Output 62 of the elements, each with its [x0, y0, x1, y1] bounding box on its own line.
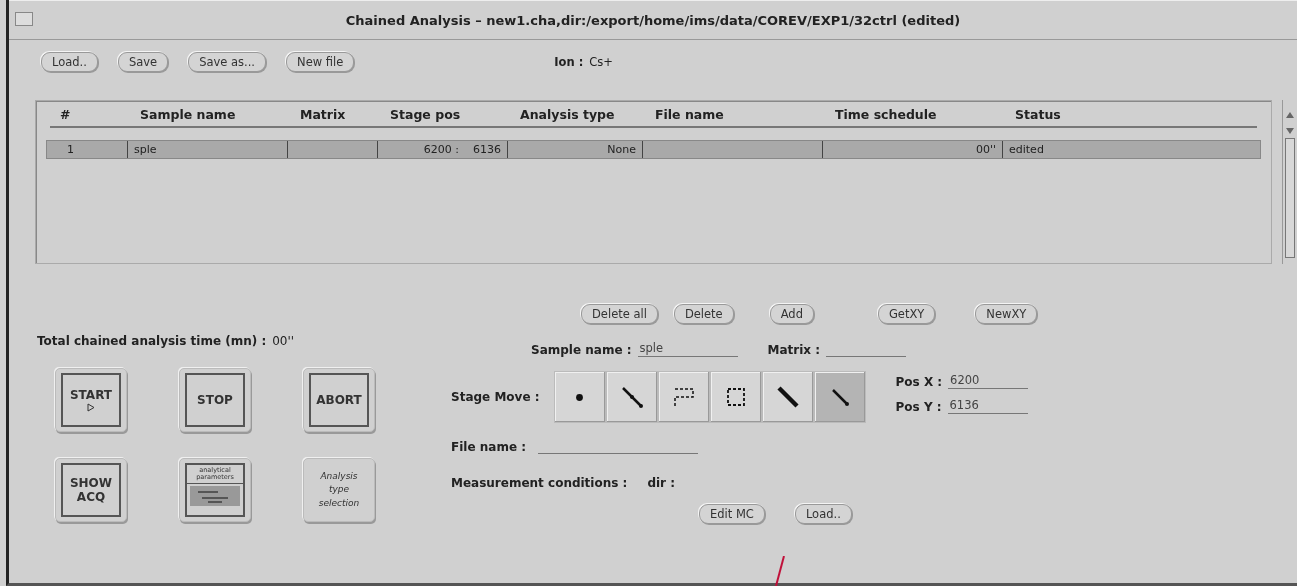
stage-mode-button[interactable] [605, 371, 658, 423]
leader-line [774, 556, 786, 586]
mc-button[interactable]: Load.. [794, 504, 852, 524]
list-button[interactable]: Delete all [581, 304, 658, 324]
scroll-down-icon[interactable] [1286, 128, 1295, 134]
action-button[interactable]: ABORT [303, 368, 375, 432]
column-header: Analysis type [519, 107, 616, 122]
toolbar-button[interactable]: Save [117, 52, 169, 72]
table-cell-text: 1 [66, 142, 75, 158]
table-cell: sple [127, 141, 287, 158]
dot-icon [576, 393, 583, 401]
stage-mode-button[interactable] [657, 371, 710, 423]
table-row[interactable]: 1 sple 6200 : 6136 None 00'' edited [46, 140, 1262, 159]
stage-mode-button[interactable] [709, 371, 762, 423]
window-menu-button[interactable] [15, 12, 33, 26]
total-time-value: 00'' [272, 334, 295, 348]
play-icon [87, 402, 95, 412]
sample-name-field[interactable]: sple [637, 340, 738, 357]
column-header: Status [1014, 107, 1062, 122]
toolbar-button[interactable]: Load.. [41, 52, 98, 72]
stage-move-label: Stage Move : [451, 390, 540, 404]
table-cell: 6200 : 6136 [377, 141, 507, 158]
line-icon [619, 385, 644, 409]
column-header: Sample name [139, 107, 237, 122]
toolbar-button[interactable]: New file [286, 52, 355, 72]
stage-mode-button[interactable] [761, 371, 814, 423]
list-button[interactable]: Add [769, 304, 814, 324]
table-cell: edited [1002, 141, 1252, 158]
pos-x-field[interactable]: 6200 [948, 372, 1029, 389]
matrix-label: Matrix : [767, 343, 821, 357]
sample-name-label: Sample name : [531, 343, 632, 357]
column-header: Stage pos [389, 107, 462, 122]
total-time-label: Total chained analysis time (mn) : [37, 334, 267, 348]
pos-x-label: Pos X : [895, 375, 943, 389]
thick-line-icon [775, 385, 800, 409]
mc-button[interactable]: Edit MC [699, 504, 765, 524]
column-header: File name [654, 107, 725, 122]
list-button[interactable]: GetXY [877, 304, 936, 324]
action-button[interactable]: STOP [179, 368, 251, 432]
action-button[interactable]: START [55, 368, 127, 432]
list-button[interactable]: NewXY [975, 304, 1038, 324]
texture-icon [188, 484, 242, 509]
pos-y-field[interactable]: 6136 [947, 397, 1028, 414]
file-name-label: File name : [451, 440, 526, 454]
pos-y-label: Pos Y : [895, 400, 942, 414]
column-header: Matrix [299, 107, 347, 122]
measurement-conditions-label: Measurement conditions : [451, 476, 628, 490]
ion-label: Ion : [554, 55, 584, 69]
window-title: Chained Analysis – new1.cha,dir:/export/home/ims/data/COREV/EXP1/32ctrl (edited) [345, 12, 961, 28]
list-button[interactable]: Delete [673, 304, 734, 324]
scrollbar[interactable] [1285, 138, 1296, 258]
toolbar-button[interactable]: Save as... [188, 52, 267, 72]
action-button[interactable]: Analysis type selection [303, 458, 375, 522]
action-button[interactable]: SHOW ACQ [55, 458, 127, 522]
table-cell: None [507, 141, 642, 158]
scroll-up-icon[interactable] [1286, 112, 1295, 118]
dir-label: dir : [647, 476, 675, 490]
column-header: # [59, 107, 72, 122]
table-cell: 00'' [822, 141, 1002, 158]
column-header: Time schedule [834, 107, 938, 122]
ion-value: Cs+ [589, 55, 613, 69]
dotted-path-icon [671, 385, 696, 409]
